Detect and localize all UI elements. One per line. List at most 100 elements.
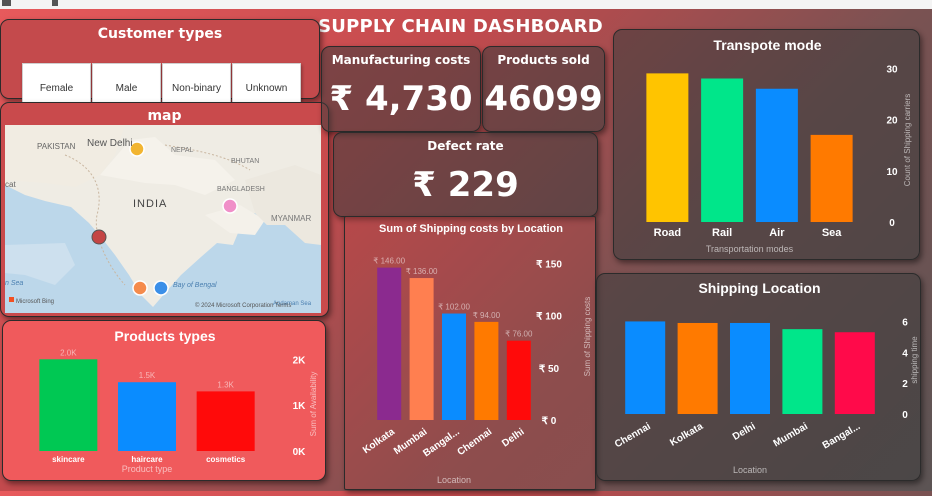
bar-air [755,88,798,222]
category-label-skincare: skincare [52,455,85,464]
manufacturing-costs-title: Manufacturing costs [331,53,471,67]
toolbar-mark-icon [52,0,58,6]
data-label-skincare: 2.0K [60,348,77,357]
y-tick-label: 10 [886,167,898,178]
y-tick-label: 30 [886,64,898,75]
map-title: map [147,108,182,124]
y-tick-label: 4 [902,348,908,359]
y-tick-label: 6 [902,317,908,328]
category-label-road: Road [654,227,682,239]
bar-chennai [474,321,499,420]
map-label-sea-left: n Sea [5,280,23,287]
products-types-chart: Products types 2.0K skincare 1.5K haircare 1.… [39,328,318,474]
bar-sea [810,134,853,222]
y-tick-label: ₹ 0 [542,416,557,427]
data-label-delhi: ₹ 76.00 [505,330,533,339]
data-label-cosmetics: 1.3K [217,380,234,389]
y-tick-label: 2 [902,379,908,390]
category-label-chennai: Chennai [455,426,494,458]
transport-mode-card: Transpote mode Road Rail Air Sea 0 10 20 30 Count… [613,29,920,260]
bar-chennai [625,321,666,414]
bar-mumbai [782,329,823,414]
map-svg: PAKISTAN New Delhi NEPAL BHUTAN INDIA BA… [5,125,321,313]
y-axis-label: shipping time [910,336,919,384]
category-label-sea: Sea [822,227,842,239]
manufacturing-costs-card: Manufacturing costs ₹ 4,730 [321,46,481,132]
category-label-kolkata: Kolkata [361,426,397,456]
y-tick-label: 20 [886,116,898,127]
bar-delhi [506,340,531,420]
bar-haircare [118,382,176,451]
transport-mode-chart: Transpote mode Road Rail Air Sea 0 10 20 30 Count… [646,37,912,254]
customer-types-title: Customer types [97,26,223,42]
data-label-bangal: ₹ 102.00 [438,303,470,312]
bar-rail [701,78,744,222]
bar-mumbai [409,278,434,420]
shipping-costs-card: Sum of Shipping costs by Location ₹ 146.0… [344,216,596,490]
map-label-bangladesh: BANGLADESH [217,186,265,193]
x-axis-label: Location [733,465,767,475]
y-tick-label: 2K [293,355,307,366]
map-pin-chennai[interactable] [153,280,169,296]
products-sold-title: Products sold [497,53,590,67]
bar-road [646,73,689,222]
y-tick-label: 0 [902,410,908,421]
top-toolbar-strip [0,0,932,9]
y-tick-label: ₹ 100 [536,312,562,323]
y-tick-label: ₹ 50 [539,364,560,375]
category-label-delhi: Delhi [500,426,527,449]
map-pin-bangalore[interactable] [132,280,148,296]
toolbar-mark-icon [2,0,11,6]
map-label-myanmar: MYANMAR [271,214,312,223]
y-tick-label: ₹ 150 [536,259,562,270]
manufacturing-costs-value: ₹ 4,730 [329,79,473,119]
bar-cosmetics [196,391,255,451]
bar-bangal [834,332,875,414]
category-label-bangal: Bangal... [421,426,462,459]
y-axis-label: Count of Shipping carriers [903,94,912,187]
map-label-india: INDIA [133,198,167,210]
map-pin-mumbai[interactable] [91,229,107,245]
products-types-card: Products types 2.0K skincare 1.5K haircare 1.… [2,320,326,481]
y-axis-label: Sum of Shipping costs [583,297,592,377]
map-pin-kolkata[interactable] [222,198,238,214]
defect-rate-card: Defect rate ₹ 229 [333,132,598,217]
y-axis-label: Sum of Availability [309,372,318,437]
chart-title: Transpote mode [713,37,821,53]
category-label-haircare: haircare [131,455,163,464]
x-axis-label: Transportation modes [706,244,794,254]
map-label-pakistan: PAKISTAN [37,142,76,151]
chart-title: Products types [114,328,215,344]
category-label-rail: Rail [712,227,732,239]
chart-title: Shipping Location [698,280,820,296]
chart-title: Sum of Shipping costs by Location [379,223,563,235]
category-label-cosmetics: cosmetics [206,455,246,464]
data-label-kolkata: ₹ 146.00 [373,257,405,266]
defect-rate-value: ₹ 229 [412,165,519,205]
map-label-bhutan: BHUTAN [231,158,259,165]
category-label-kolkata: Kolkata [668,421,705,449]
y-tick-label: 1K [293,401,307,412]
shipping-location-card: Shipping Location Chennai Kolkata Delhi Mumb… [596,273,921,481]
map-label-nepal: NEPAL [171,147,194,154]
data-label-chennai: ₹ 94.00 [473,311,501,320]
x-axis-label: Location [437,475,471,485]
bar-bangal [442,313,466,420]
defect-rate-title: Defect rate [427,139,504,153]
shipping-costs-chart: Sum of Shipping costs by Location ₹ 146.0… [361,223,592,485]
map-label-new-delhi: New Delhi [87,138,133,149]
map-bing-logo: Microsoft Bing [16,299,54,305]
bar-kolkata [377,267,402,420]
dashboard-title: SUPPLY CHAIN DASHBOARD [318,16,603,37]
bar-delhi [730,322,770,414]
map-copyright: © 2024 Microsoft Corporation Terms [195,302,291,309]
map-view[interactable]: PAKISTAN New Delhi NEPAL BHUTAN INDIA BA… [5,125,321,313]
x-axis-label: Product type [122,464,173,474]
category-label-delhi: Delhi [731,421,758,443]
products-sold-card: Products sold 46099 [482,46,605,132]
customer-types-card: Customer types Female Male Non-binary Un… [0,19,320,113]
bar-kolkata [677,322,718,414]
y-tick-label: 0K [293,447,307,458]
bar-skincare [39,359,98,451]
map-label-cat: cat [5,180,16,189]
